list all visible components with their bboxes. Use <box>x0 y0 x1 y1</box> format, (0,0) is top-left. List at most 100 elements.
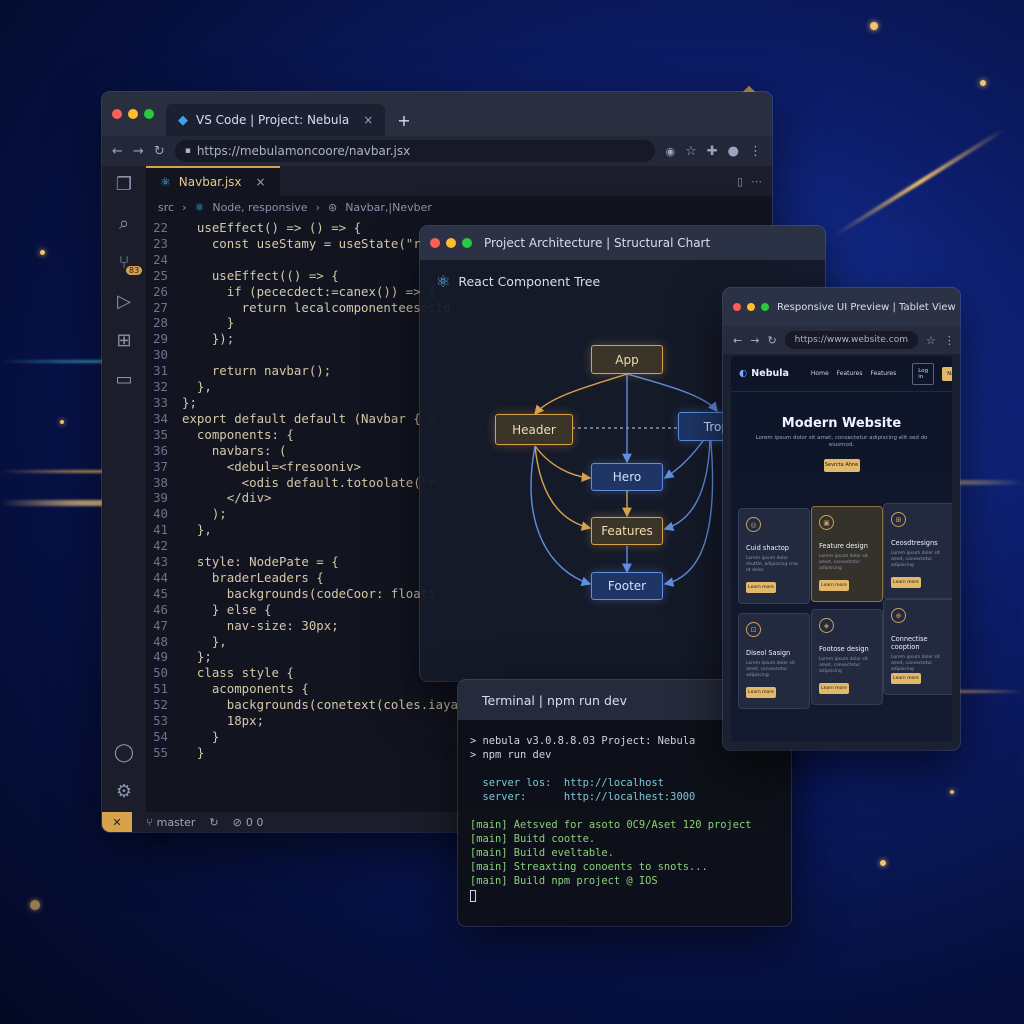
terminal-line: [main] Buitd cootte. <box>470 833 596 845</box>
code-text: } <box>182 315 235 331</box>
menu-icon[interactable]: ⋮ <box>749 144 762 159</box>
editor-tab-navbar[interactable]: ⚛ Navbar.jsx × <box>146 166 280 196</box>
breadcrumb-item[interactable]: src <box>158 201 174 214</box>
code-text: acomponents { <box>182 681 309 697</box>
navigation-button[interactable]: Navigation <box>942 366 952 381</box>
minimize-window-button[interactable] <box>747 303 755 311</box>
editor-more-icon[interactable]: ⋯ <box>751 175 772 196</box>
feature-card[interactable]: ⊕ Connectise cooption Lorem ipsum dolor si… <box>883 599 952 695</box>
code-text: }, <box>182 633 227 649</box>
vscode-logo-icon: ◆ <box>178 112 188 128</box>
forward-icon[interactable]: → <box>750 334 759 347</box>
node-features[interactable]: Features <box>591 517 663 545</box>
browser-tab[interactable]: ◆ VS Code | Project: Nebula × <box>166 104 386 136</box>
star-icon[interactable]: ☆ <box>685 144 697 159</box>
new-tab-button[interactable]: + <box>397 111 410 130</box>
close-editor-tab-icon[interactable]: × <box>256 175 266 189</box>
terminal-line: server: http://localhest:3000 <box>470 791 696 803</box>
back-icon[interactable]: ← <box>733 334 742 347</box>
site-nav-link[interactable]: Features <box>870 370 896 377</box>
line-number: 35 <box>153 426 168 442</box>
browser-tabbar: ◆ VS Code | Project: Nebula × + <box>102 92 772 136</box>
close-tab-icon[interactable]: × <box>363 113 373 127</box>
remote-explorer-icon[interactable]: ▭ <box>115 369 132 390</box>
profile-icon[interactable]: ● <box>728 144 739 159</box>
feature-card[interactable]: ⊡ Diseol Sasign Lorem ipsum dolor sit amet… <box>738 613 810 709</box>
line-number: 45 <box>153 585 168 601</box>
feature-card[interactable]: ◎ Cuid shactop Lorem ipsum dolor shuttle, … <box>738 508 810 604</box>
explorer-icon[interactable]: ❐ <box>116 174 132 195</box>
code-text: return lecalcomponenteesoctd <box>182 299 451 315</box>
symbol-icon: ⊛ <box>327 200 338 214</box>
sync-icon[interactable]: ↻ <box>209 816 218 829</box>
code-text: </div> <box>182 490 272 506</box>
code-text: <debul=<fresooniv> <box>182 458 362 474</box>
maximize-window-button[interactable] <box>144 109 154 119</box>
feature-card-button[interactable]: Learn more <box>746 582 776 593</box>
remote-indicator-icon[interactable]: ✕ <box>102 812 132 832</box>
feature-card[interactable]: ⊞ Ceosdtresigns Lorem ipsum dolor sit amet… <box>883 503 952 599</box>
feature-card[interactable]: ▣ Feature design Lorem ipsum dolor sit ame… <box>811 506 883 602</box>
feature-card-button[interactable]: Learn more <box>891 577 921 588</box>
editor-tab-label: Navbar.jsx <box>178 175 242 189</box>
code-text: 18px; <box>182 713 265 729</box>
minimize-window-button[interactable] <box>128 109 138 119</box>
maximize-window-button[interactable] <box>761 303 769 311</box>
line-number: 47 <box>153 617 168 633</box>
back-icon[interactable]: ← <box>112 144 123 159</box>
menu-icon[interactable]: ⋮ <box>944 334 955 347</box>
preview-url-input[interactable]: https://www.website.com <box>784 331 918 349</box>
site-nav-link[interactable]: Features <box>837 370 863 377</box>
node-header[interactable]: Header <box>495 414 573 445</box>
settings-gear-icon[interactable]: ⚙ <box>116 781 132 802</box>
feature-card-button[interactable]: Learn more <box>819 580 849 591</box>
search-icon[interactable]: ⌕ <box>119 213 129 234</box>
url-input[interactable]: ▪ https://mebulamoncoore/navbar.jsx <box>174 140 656 162</box>
node-footer[interactable]: Footer <box>591 572 663 600</box>
feature-card-button[interactable]: Learn more <box>746 687 776 698</box>
react-file-icon: ⚛ <box>160 175 171 189</box>
preview-url-text: https://www.website.com <box>794 335 908 345</box>
browser-tab-title: VS Code | Project: Nebula <box>196 113 350 127</box>
node-app[interactable]: App <box>591 345 663 374</box>
login-button[interactable]: Log in <box>912 362 935 385</box>
close-window-button[interactable] <box>733 303 741 311</box>
feature-card-text: Lorem ipsum dolor sit amet, consectetur … <box>891 551 940 568</box>
status-branch[interactable]: master <box>157 816 196 829</box>
line-number: 22 <box>153 220 168 235</box>
forward-icon[interactable]: → <box>133 144 144 159</box>
terminal-line: [main] Build npm project @ IOS <box>470 875 658 887</box>
status-problems[interactable]: 0 0 <box>246 816 264 829</box>
site-nav-link[interactable]: Home <box>811 370 829 377</box>
feature-card[interactable]: ◈ Footose design Lorem ipsum dolor sit ame… <box>811 609 883 705</box>
code-text: useEffect() => () => { <box>182 220 362 235</box>
code-text: style: NodePate = { <box>182 554 339 570</box>
activity-bar: ❐ ⌕ ⑂ 83 ▷ ⊞ ▭ ◯ ⚙ <box>102 166 146 812</box>
extensions-icon[interactable]: ✚ <box>707 144 718 159</box>
source-control-badge: 83 <box>126 266 143 275</box>
hero-cta-button[interactable]: Sevrcta Ahne <box>823 459 860 472</box>
feature-card-button[interactable]: Learn more <box>819 683 849 694</box>
terminal-cursor[interactable] <box>470 890 476 902</box>
feature-card-title: Diseol Sasign <box>746 649 791 657</box>
star-icon[interactable]: ☆ <box>926 334 936 347</box>
run-debug-icon[interactable]: ▷ <box>117 291 131 312</box>
feature-card-button[interactable]: Learn more <box>891 673 921 684</box>
shield-icon[interactable]: ◉ <box>665 145 675 158</box>
feature-card-icon: ▣ <box>819 515 834 530</box>
code-text: navbars: ( <box>182 442 287 458</box>
code-text: }, <box>182 522 212 538</box>
line-number: 41 <box>153 522 168 538</box>
breadcrumb-item[interactable]: Node, responsive <box>212 201 307 214</box>
split-editor-icon[interactable]: ▯ <box>729 175 751 196</box>
account-icon[interactable]: ◯ <box>114 742 134 763</box>
reload-icon[interactable]: ↻ <box>154 144 165 159</box>
node-hero[interactable]: Hero <box>591 463 663 491</box>
breadcrumb-item[interactable]: Navbar,|Nevber <box>345 201 432 214</box>
extensions-view-icon[interactable]: ⊞ <box>116 330 131 351</box>
close-window-button[interactable] <box>112 109 122 119</box>
reload-icon[interactable]: ↻ <box>767 334 776 347</box>
site-logo[interactable]: ◐ Nebula <box>739 368 789 379</box>
line-number: 46 <box>153 601 168 617</box>
feature-card-icon: ⊕ <box>891 608 906 623</box>
